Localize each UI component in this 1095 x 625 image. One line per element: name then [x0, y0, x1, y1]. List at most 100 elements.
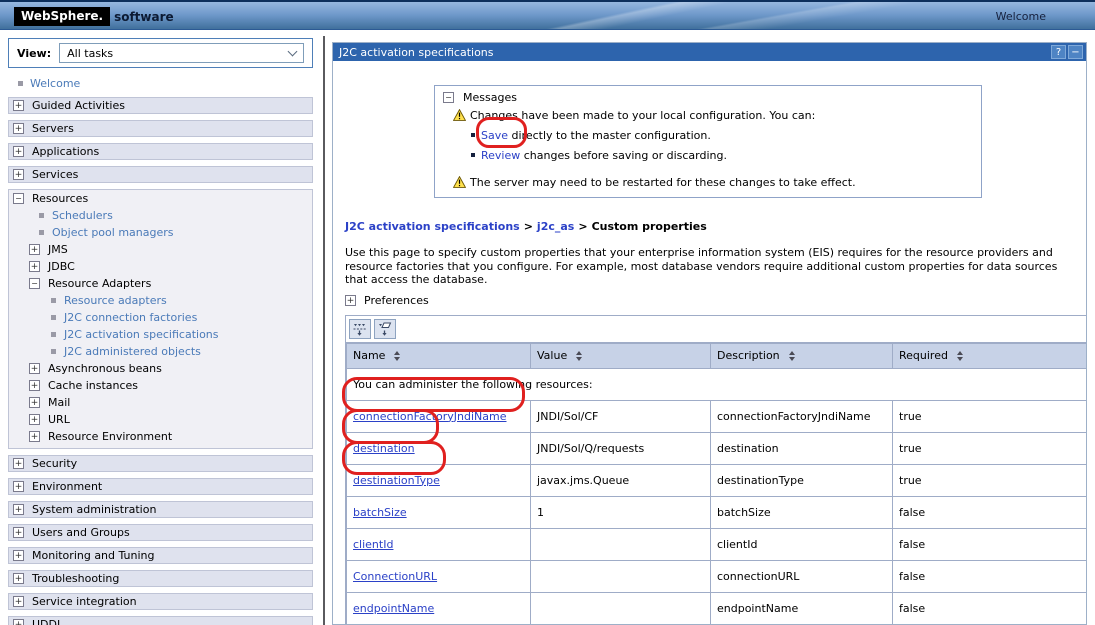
welcome-link[interactable]: Welcome [30, 77, 80, 90]
expand-icon[interactable] [13, 481, 24, 492]
expand-icon[interactable] [29, 414, 40, 425]
view-dropdown[interactable]: All tasks [59, 43, 304, 63]
schedulers-link[interactable]: Schedulers [52, 209, 113, 222]
expand-icon[interactable] [29, 397, 40, 408]
panel-divider[interactable] [323, 36, 325, 625]
messages-box: Messages Changes have been made to your … [434, 85, 982, 198]
property-required: false [893, 560, 1087, 592]
sidebar-item-schedulers[interactable]: Schedulers [9, 207, 312, 224]
sort-icon[interactable] [789, 351, 795, 361]
branch-label: Cache instances [48, 379, 138, 392]
clear-filter-button[interactable] [374, 319, 396, 339]
breadcrumb-j2c-activation-specifications[interactable]: J2C activation specifications [345, 220, 520, 233]
sidebar-item-url[interactable]: URL [9, 411, 312, 428]
collapse-icon[interactable] [13, 193, 24, 204]
section-label: Users and Groups [32, 526, 130, 539]
property-link-destination[interactable]: destination [353, 442, 415, 455]
expand-icon[interactable] [13, 458, 24, 469]
expand-icon[interactable] [13, 100, 24, 111]
sidebar-section-users-and-groups[interactable]: Users and Groups [8, 524, 313, 541]
bullet-icon [39, 213, 44, 218]
preferences-toggle[interactable]: Preferences [345, 294, 1086, 308]
expand-icon[interactable] [13, 504, 24, 515]
sort-icon[interactable] [576, 351, 582, 361]
banner-welcome-menu[interactable]: Welcome [996, 10, 1046, 23]
breadcrumb-separator: > [578, 220, 587, 233]
property-link-connectionFactoryJndiName[interactable]: connectionFactoryJndiName [353, 410, 507, 423]
sidebar-item-resource-adapters[interactable]: Resource Adapters [9, 275, 312, 292]
websphere-logo: WebSphere. software [14, 7, 174, 26]
sidebar-item-jdbc[interactable]: JDBC [9, 258, 312, 275]
property-description: destinationType [711, 464, 893, 496]
resource-adapters-link[interactable]: Resource adapters [64, 294, 167, 307]
table-row: destination JNDI/Sol/Q/requests destinat… [347, 432, 1087, 464]
websphere-admin-console: WebSphere. software Welcome View: All ta… [0, 0, 1095, 625]
sidebar-item-resource-adapters-link[interactable]: Resource adapters [9, 292, 312, 309]
expand-icon[interactable] [29, 261, 40, 272]
expand-icon[interactable] [13, 146, 24, 157]
sidebar-section-troubleshooting[interactable]: Troubleshooting [8, 570, 313, 587]
property-link-destinationType[interactable]: destinationType [353, 474, 440, 487]
sidebar-section-services[interactable]: Services [8, 166, 313, 183]
sidebar-section-service-integration[interactable]: Service integration [8, 593, 313, 610]
sidebar-item-welcome[interactable]: Welcome [18, 76, 313, 90]
expand-icon[interactable] [13, 619, 24, 625]
sidebar-section-security[interactable]: Security [8, 455, 313, 472]
property-value [531, 560, 711, 592]
sidebar-item-j2c-activation-specifications[interactable]: J2C activation specifications [9, 326, 312, 343]
review-link[interactable]: Review [481, 149, 520, 162]
sidebar-section-applications[interactable]: Applications [8, 143, 313, 160]
sort-icon[interactable] [957, 351, 963, 361]
help-button[interactable]: ? [1051, 45, 1066, 59]
expand-icon[interactable] [13, 596, 24, 607]
sidebar-section-system-administration[interactable]: System administration [8, 501, 313, 518]
j2c-connection-factories-link[interactable]: J2C connection factories [64, 311, 197, 324]
property-link-clientId[interactable]: clientId [353, 538, 393, 551]
property-link-ConnectionURL[interactable]: ConnectionURL [353, 570, 437, 583]
column-header-description[interactable]: Description [711, 343, 893, 368]
column-header-name[interactable]: Name [347, 343, 531, 368]
messages-line-1: Changes have been made to your local con… [453, 109, 973, 122]
sidebar-section-uddi[interactable]: UDDI [8, 616, 313, 625]
sidebar-item-cache-instances[interactable]: Cache instances [9, 377, 312, 394]
expand-icon[interactable] [345, 295, 356, 306]
sidebar-section-monitoring-and-tuning[interactable]: Monitoring and Tuning [8, 547, 313, 564]
sidebar-section-resources[interactable]: Resources [9, 190, 312, 207]
sidebar-item-j2c-administered-objects[interactable]: J2C administered objects [9, 343, 312, 360]
column-header-value[interactable]: Value [531, 343, 711, 368]
expand-icon[interactable] [13, 169, 24, 180]
expand-icon[interactable] [13, 550, 24, 561]
j2c-administered-objects-link[interactable]: J2C administered objects [64, 345, 201, 358]
object-pool-managers-link[interactable]: Object pool managers [52, 226, 174, 239]
sidebar-item-resource-environment[interactable]: Resource Environment [9, 428, 312, 445]
messages-line-2-text: The server may need to be restarted for … [470, 176, 856, 189]
sidebar-item-object-pool-managers[interactable]: Object pool managers [9, 224, 312, 241]
j2c-activation-specifications-link[interactable]: J2C activation specifications [64, 328, 219, 341]
property-link-endpointName[interactable]: endpointName [353, 602, 434, 615]
expand-icon[interactable] [29, 431, 40, 442]
breadcrumb-j2c-as[interactable]: j2c_as [537, 220, 574, 233]
expand-icon[interactable] [29, 380, 40, 391]
expand-icon[interactable] [29, 244, 40, 255]
expand-icon[interactable] [13, 527, 24, 538]
sidebar-item-mail[interactable]: Mail [9, 394, 312, 411]
collapse-icon[interactable] [29, 278, 40, 289]
expand-icon[interactable] [13, 573, 24, 584]
sidebar-item-j2c-connection-factories[interactable]: J2C connection factories [9, 309, 312, 326]
sidebar-section-guided-activities[interactable]: Guided Activities [8, 97, 313, 114]
section-label: Service integration [32, 595, 137, 608]
collapse-icon[interactable] [443, 92, 454, 103]
properties-table-container: Name Value Description Required You can … [345, 315, 1087, 625]
sidebar-section-environment[interactable]: Environment [8, 478, 313, 495]
sort-icon[interactable] [394, 351, 400, 361]
expand-icon[interactable] [29, 363, 40, 374]
property-link-batchSize[interactable]: batchSize [353, 506, 407, 519]
save-link[interactable]: Save [481, 129, 508, 142]
column-header-required[interactable]: Required [893, 343, 1087, 368]
sidebar-section-servers[interactable]: Servers [8, 120, 313, 137]
sidebar-item-asynchronous-beans[interactable]: Asynchronous beans [9, 360, 312, 377]
sidebar-item-jms[interactable]: JMS [9, 241, 312, 258]
expand-icon[interactable] [13, 123, 24, 134]
minimize-button[interactable]: − [1068, 45, 1083, 59]
show-filter-button[interactable] [349, 319, 371, 339]
